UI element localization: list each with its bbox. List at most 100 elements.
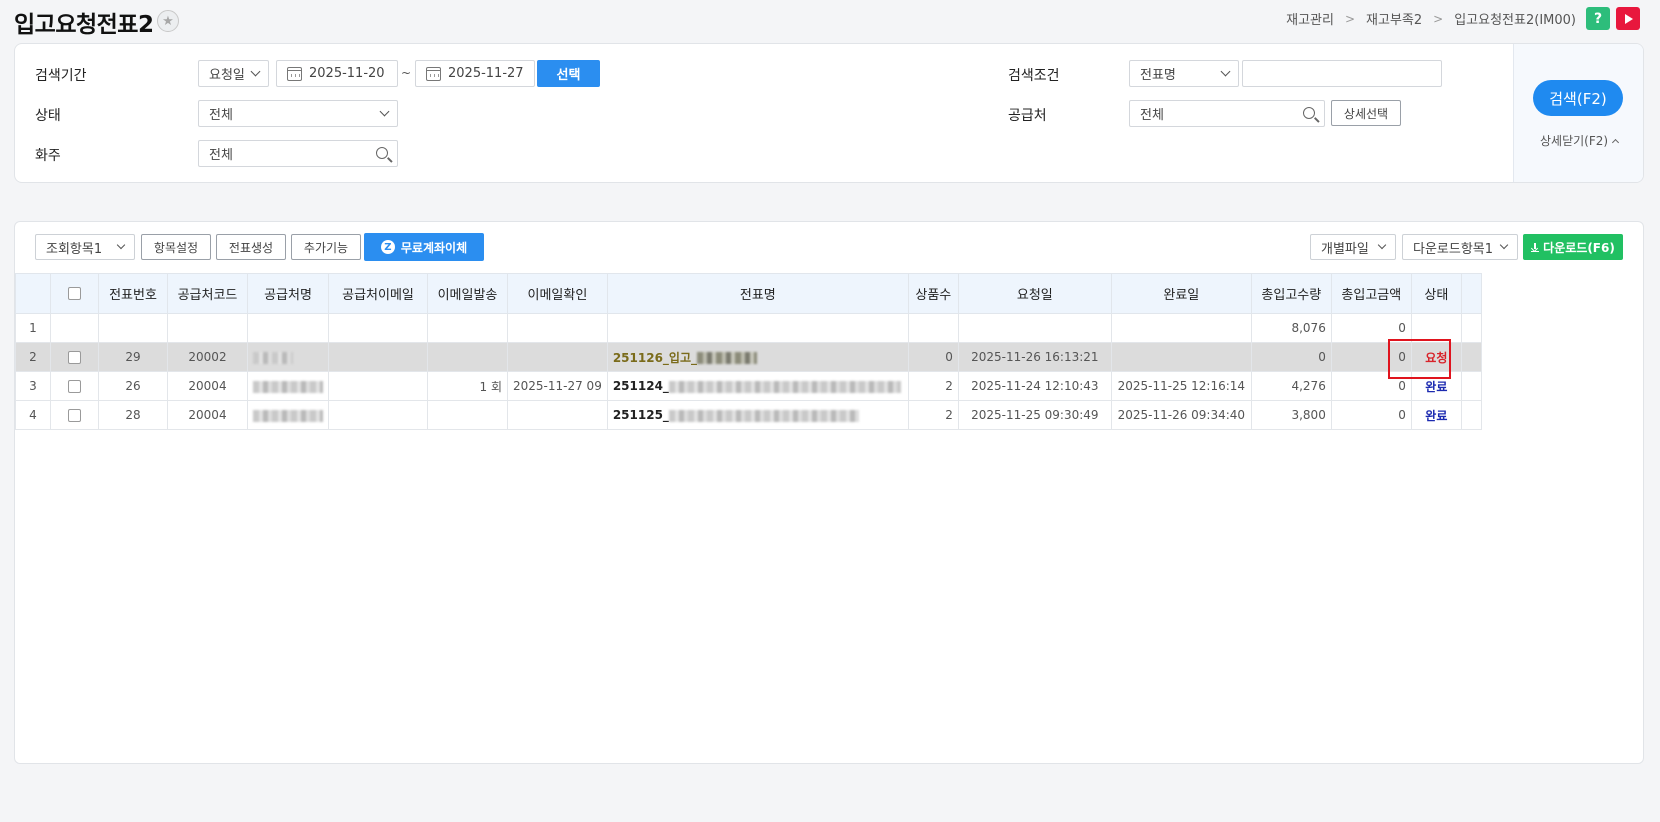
search-icon[interactable]	[376, 147, 388, 159]
download-button[interactable]: 다운로드(F6)	[1523, 234, 1623, 260]
search-condition-select[interactable]: 전표명	[1129, 60, 1239, 87]
email-sent-cell	[427, 313, 508, 343]
col-header-total-qty[interactable]: 총입고수량	[1250, 273, 1332, 314]
view-items-select[interactable]: 조회항목1	[35, 234, 135, 260]
spacer-cell	[1460, 371, 1482, 401]
total-qty-cell: 0	[1250, 342, 1332, 372]
supplier-code-cell	[167, 313, 248, 343]
page-header: 입고요청전표2 ★ 재고관리 > 재고부족2 > 입고요청전표2(IM00) ?	[0, 0, 1660, 40]
col-header-supplier-name[interactable]: 공급처명	[247, 273, 329, 314]
status-label: 상태	[35, 108, 61, 124]
status-done-label: 완료	[1425, 379, 1448, 394]
status-select[interactable]: 전체	[198, 100, 398, 127]
col-header-slip-no[interactable]: 전표번호	[98, 273, 168, 314]
breadcrumb-item[interactable]: 재고관리	[1286, 9, 1334, 28]
row-checkbox[interactable]	[68, 380, 81, 393]
search-button[interactable]: 검색(F2)	[1533, 80, 1623, 116]
page-title: 입고요청전표2	[14, 12, 154, 38]
period-type-value: 요청일	[209, 68, 245, 83]
spacer-cell	[1460, 313, 1482, 343]
search-period-label: 검색기간	[35, 68, 87, 84]
table-row[interactable]: 4 28 20004 251125_ 2 2025-11-25 09:30:49…	[15, 400, 1482, 430]
email-confirm-cell: 2025-11-27 09	[507, 371, 608, 401]
free-transfer-button[interactable]: Z 무료계좌이체	[364, 233, 484, 261]
col-header-status[interactable]: 상태	[1410, 273, 1462, 314]
date-range-separator: ~	[401, 66, 412, 80]
search-icon[interactable]	[1303, 107, 1315, 119]
view-items-value: 조회항목1	[46, 241, 103, 257]
email-sent-cell: 1 회	[427, 371, 508, 401]
status-highlight-box	[1388, 339, 1451, 379]
supplier-email-cell	[328, 313, 428, 343]
complete-date-cell	[1110, 342, 1252, 372]
col-header-supplier-email[interactable]: 공급처이메일	[328, 273, 428, 314]
collapse-detail-link[interactable]: 상세닫기(F2)	[1540, 132, 1620, 149]
col-header-email-confirm[interactable]: 이메일확인	[507, 273, 608, 314]
favorite-star-icon[interactable]: ★	[157, 10, 179, 32]
slip-no-cell: 26	[98, 371, 168, 401]
individual-file-value: 개별파일	[1321, 241, 1369, 257]
period-type-select[interactable]: 요청일	[198, 60, 269, 87]
supplier-email-cell	[328, 371, 428, 401]
extra-functions-button[interactable]: 추가기능	[291, 234, 361, 260]
col-header-select[interactable]	[50, 273, 99, 314]
row-select-cell	[50, 400, 99, 430]
download-items-value: 다운로드항목1	[1413, 241, 1494, 257]
search-condition-value: 전표명	[1140, 68, 1176, 83]
calendar-icon[interactable]	[426, 66, 441, 81]
supplier-name-cell	[247, 342, 329, 372]
chevron-up-icon	[1612, 138, 1620, 146]
download-items-select[interactable]: 다운로드항목1	[1402, 234, 1518, 260]
detail-select-button[interactable]: 상세선택	[1331, 100, 1401, 126]
table-row-selected[interactable]: 2 29 20002 251126_입고_ 0 2025-11-26 16:13…	[15, 342, 1482, 372]
col-header-email-sent[interactable]: 이메일발송	[427, 273, 508, 314]
redacted-text	[253, 380, 323, 393]
calendar-icon[interactable]	[287, 66, 302, 81]
supplier-email-cell	[328, 342, 428, 372]
request-date-cell: 2025-11-25 09:30:49	[957, 400, 1112, 430]
col-header-complete-date[interactable]: 완료일	[1110, 273, 1252, 314]
item-settings-button[interactable]: 항목설정	[141, 234, 211, 260]
breadcrumb-item[interactable]: 재고부족2	[1366, 9, 1422, 28]
table-row[interactable]: 1 8,076 0	[15, 313, 1482, 343]
date-from-input[interactable]: 2025-11-20	[276, 60, 398, 87]
create-slip-button[interactable]: 전표생성	[216, 234, 286, 260]
supplier-name-cell	[247, 400, 329, 430]
select-all-checkbox[interactable]	[68, 287, 81, 300]
redacted-text	[253, 351, 293, 364]
supplier-email-cell	[328, 400, 428, 430]
help-button[interactable]: ?	[1586, 7, 1610, 30]
request-date-cell	[957, 313, 1112, 343]
chevron-down-icon	[250, 66, 261, 77]
redacted-text	[697, 352, 758, 364]
search-condition-input[interactable]	[1242, 60, 1442, 87]
col-header-rownum	[15, 273, 51, 314]
video-play-button[interactable]	[1616, 7, 1640, 30]
search-condition-label: 검색조건	[1008, 68, 1060, 84]
spacer-cell	[1460, 400, 1482, 430]
col-header-slip-name[interactable]: 전표명	[606, 273, 909, 314]
status-select-value: 전체	[209, 108, 233, 123]
supplier-search-input[interactable]: 전체	[1129, 100, 1325, 127]
table-row[interactable]: 3 26 20004 1 회 2025-11-27 09 251124_ 2 2…	[15, 371, 1482, 401]
download-icon	[1531, 242, 1540, 252]
status-cell[interactable]: 완료	[1410, 400, 1462, 430]
date-select-button[interactable]: 선택	[537, 60, 600, 87]
row-checkbox[interactable]	[68, 409, 81, 422]
item-count-cell	[907, 313, 959, 343]
owner-search-input[interactable]: 전체	[198, 140, 398, 167]
individual-file-select[interactable]: 개별파일	[1310, 234, 1396, 260]
col-header-total-amount[interactable]: 총입고금액	[1330, 273, 1412, 314]
col-header-supplier-code[interactable]: 공급처코드	[167, 273, 248, 314]
slip-name-cell: 251126_입고_	[606, 342, 909, 372]
slip-name-cell	[606, 313, 909, 343]
spacer-cell	[1460, 342, 1482, 372]
row-checkbox[interactable]	[68, 351, 81, 364]
slip-name-cell: 251124_	[606, 371, 909, 401]
date-to-input[interactable]: 2025-11-27	[415, 60, 535, 87]
col-header-request-date[interactable]: 요청일	[957, 273, 1112, 314]
complete-date-cell: 2025-11-25 12:16:14	[1110, 371, 1252, 401]
row-number: 1	[15, 313, 51, 343]
chevron-down-icon	[1220, 66, 1231, 77]
col-header-item-count[interactable]: 상품수	[907, 273, 959, 314]
